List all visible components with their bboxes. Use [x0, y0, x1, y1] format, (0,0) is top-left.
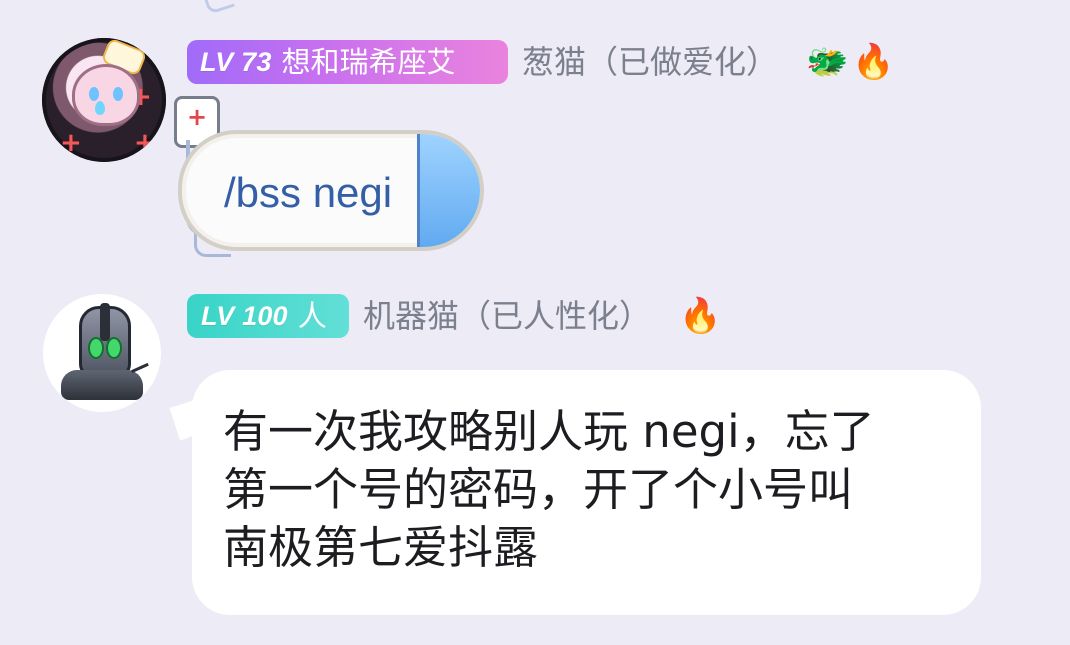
command-bubble[interactable]: /bss negi	[178, 130, 484, 251]
tear-icon	[95, 101, 105, 115]
nickname[interactable]: 机器猫（已人性化）	[363, 300, 651, 332]
status-decorations: 🔥	[679, 299, 721, 333]
robot-eye-icon	[88, 337, 104, 359]
robot-helmet	[79, 303, 131, 378]
robot-shoulders	[61, 370, 143, 400]
message-bubble[interactable]: 有一次我攻略别人玩 negi，忘了 第一个号的密码，开了个小号叫 南极第七爱抖露	[192, 370, 981, 615]
command-text: /bss negi	[224, 169, 393, 216]
robot-eye-icon	[106, 337, 122, 359]
badge-level: LV 100	[201, 300, 288, 331]
robot-accent-icon	[131, 362, 153, 383]
level-badge[interactable]: LV 73 想和瑞希座艾	[187, 40, 508, 84]
eye-icon	[89, 87, 99, 101]
red-cross-icon: +	[60, 128, 82, 158]
command-sticker[interactable]: + /bss negi	[166, 96, 496, 286]
badge-title: 人	[297, 298, 327, 333]
robot-crest-icon	[100, 303, 110, 341]
eye-icon	[113, 87, 123, 101]
dragon-icon: 🐲	[806, 42, 849, 82]
message-item-first: + + + + LV 73 想和瑞希座艾 葱猫（已做爱化） 🐲 🔥 + /bss…	[0, 28, 1070, 278]
avatar-robot[interactable]	[43, 294, 161, 412]
avatar-nurse-girl[interactable]: + + + +	[42, 38, 166, 162]
message-header: LV 73 想和瑞希座艾 葱猫（已做爱化） 🐲 🔥	[187, 40, 895, 84]
fire-icon: 🔥	[852, 42, 895, 82]
badge-level: LV 73	[200, 46, 272, 77]
red-cross-icon: +	[42, 38, 64, 68]
anime-face	[72, 64, 140, 126]
message-text: 有一次我攻略别人玩 negi，忘了 第一个号的密码，开了个小号叫 南极第七爱抖露	[223, 405, 875, 574]
nickname[interactable]: 葱猫（已做爱化）	[522, 46, 778, 78]
fire-icon: 🔥	[679, 296, 722, 336]
message-item-second: LV 100 人 机器猫（已人性化） 🔥 有一次我攻略别人玩 negi，忘了 第…	[0, 286, 1070, 631]
red-cross-icon: +	[134, 128, 156, 158]
level-badge[interactable]: LV 100 人	[187, 294, 349, 338]
top-line-fragment	[204, 0, 235, 15]
badge-title: 想和瑞希座艾	[281, 44, 456, 79]
message-header: LV 100 人 机器猫（已人性化） 🔥	[187, 294, 721, 338]
medical-cross-icon: +	[187, 103, 208, 131]
status-decorations: 🐲 🔥	[806, 45, 895, 79]
